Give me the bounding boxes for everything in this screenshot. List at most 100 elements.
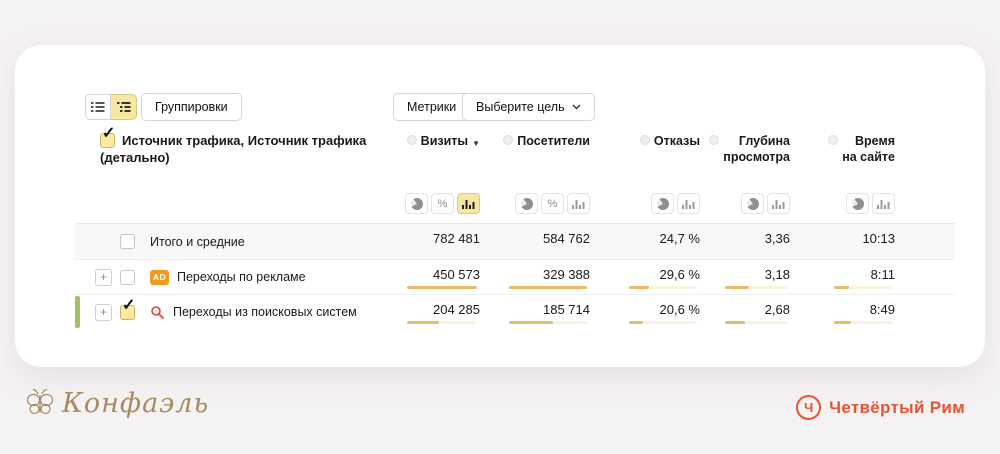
table-row-ads: + AD Переходы по рекламе 450 573 329 388… (75, 259, 955, 294)
visits-display-modes: % (400, 193, 480, 223)
cell-value: 329 388 (543, 267, 590, 282)
cell-value: 584 762 (543, 231, 590, 246)
tree-view-button[interactable] (111, 94, 137, 120)
value-bar (509, 286, 587, 289)
row-label-cell[interactable]: + ✓ Переходы из поисковых систем (75, 295, 400, 329)
view-toggle-group (85, 94, 137, 120)
time-display-modes (790, 193, 895, 223)
select-goal-label: Выберите цель (476, 100, 565, 114)
expand-row-button[interactable]: + (95, 304, 112, 321)
table-header-row: ✓ Источник трафика, Источник трафика (де… (75, 129, 955, 166)
konfael-wordmark: Конфаэль (62, 388, 209, 419)
column-label: Глубина просмотра (723, 133, 790, 165)
metric-help-icon (407, 135, 417, 145)
cell-value: 8:49 (870, 302, 895, 317)
row-label-cell[interactable]: Итого и средние (75, 224, 400, 259)
fourth-rome-wordmark: Четвёртый Рим (829, 398, 965, 418)
column-label: Визиты (421, 133, 468, 149)
fourth-rome-logo: Ч Четвёртый Рим (796, 395, 965, 420)
table-row-search: + ✓ Переходы из поисковых систем 204 285… (75, 294, 955, 329)
pie-icon (657, 198, 669, 210)
column-header-visitors[interactable]: Посетители (480, 129, 590, 166)
cell-value: 29,6 % (660, 267, 700, 282)
column-header-time[interactable]: Время на сайте (790, 129, 895, 166)
cell-value: 2,68 (765, 302, 790, 317)
fourth-rome-icon: Ч (796, 395, 821, 420)
column-header-visits[interactable]: Визиты ▼ (400, 129, 480, 166)
fourth-rome-icon-letter: Ч (804, 400, 813, 415)
value-bar (407, 321, 477, 324)
value-bar (834, 321, 892, 324)
cell-visitors: 329 388 (480, 260, 590, 294)
cell-bounces: 24,7 % (590, 224, 700, 259)
bar-chart-icon-button[interactable] (567, 193, 590, 214)
pie-chart-icon-button[interactable] (405, 193, 428, 214)
bar-chart-icon-button[interactable] (677, 193, 700, 214)
tree-icon (117, 101, 131, 113)
value-bar (629, 286, 697, 289)
value-bar (834, 286, 892, 289)
value-bar (629, 321, 697, 324)
row-checkbox[interactable]: ✓ (120, 305, 135, 320)
dimension-header-cell[interactable]: ✓ Источник трафика, Источник трафика (де… (75, 129, 400, 166)
pie-chart-icon-button[interactable] (741, 193, 764, 214)
bar-chart-icon-button[interactable] (767, 193, 790, 214)
list-view-button[interactable] (85, 94, 111, 120)
bar-chart-icon (572, 198, 585, 209)
pie-chart-icon-button[interactable] (515, 193, 538, 214)
expand-row-button[interactable]: + (95, 269, 112, 286)
list-icon (91, 101, 105, 113)
sort-desc-icon: ▼ (472, 136, 480, 152)
visitors-display-modes: % (480, 193, 590, 223)
select-goal-button[interactable]: Выберите цель (462, 93, 595, 121)
checkmark-icon: ✓ (102, 126, 115, 142)
pie-icon (747, 198, 759, 210)
row-checkbox[interactable] (120, 234, 135, 249)
dimension-checkbox[interactable]: ✓ (100, 133, 115, 148)
pie-icon (411, 198, 423, 210)
bar-chart-icon-button[interactable] (457, 193, 480, 214)
column-label: Отказы (654, 133, 700, 149)
percent-icon-button[interactable]: % (541, 193, 564, 214)
cell-value: 20,6 % (660, 302, 700, 317)
row-label: Переходы из поисковых систем (173, 305, 357, 319)
dimension-header-label: Источник трафика, Источник трафика (дета… (100, 133, 366, 165)
cell-value: 185 714 (543, 302, 590, 317)
pie-chart-icon-button[interactable] (846, 193, 869, 214)
pie-chart-icon-button[interactable] (651, 193, 674, 214)
ad-traffic-icon: AD (150, 270, 169, 285)
bar-chart-icon-button[interactable] (872, 193, 895, 214)
metrics-button[interactable]: Метрики (393, 93, 470, 121)
cell-value: 782 481 (433, 231, 480, 246)
metric-help-icon (709, 135, 719, 145)
row-checkbox[interactable] (120, 270, 135, 285)
konfael-logo: Конфаэль (24, 386, 209, 420)
table-row-totals: Итого и средние 782 481 584 762 24,7 % 3… (75, 224, 955, 259)
bar-chart-icon (682, 198, 695, 209)
depth-display-modes (700, 193, 790, 223)
cell-depth: 3,36 (700, 224, 790, 259)
pie-icon (852, 198, 864, 210)
cell-value: 24,7 % (660, 231, 700, 246)
display-mode-row: % % (75, 193, 955, 224)
percent-icon: % (438, 198, 448, 210)
pie-icon (521, 198, 533, 210)
cell-time: 10:13 (790, 224, 895, 259)
cell-visitors: 185 714 (480, 295, 590, 329)
percent-icon-button[interactable]: % (431, 193, 454, 214)
groupings-button[interactable]: Группировки (141, 93, 242, 121)
cell-bounces: 20,6 % (590, 295, 700, 329)
cell-time: 8:49 (790, 295, 895, 329)
row-label-cell[interactable]: + AD Переходы по рекламе (75, 260, 400, 294)
value-bar (509, 321, 587, 324)
row-label: Итого и средние (150, 235, 245, 249)
cell-value: 3,36 (765, 231, 790, 246)
cell-bounces: 29,6 % (590, 260, 700, 294)
report-card: Группировки Метрики Выберите цель ✓ Исто… (15, 45, 985, 367)
cell-visits: 204 285 (400, 295, 480, 329)
value-bar (407, 286, 477, 289)
column-header-depth[interactable]: Глубина просмотра (700, 129, 790, 166)
metric-help-icon (640, 135, 650, 145)
column-header-bounces[interactable]: Отказы (590, 129, 700, 166)
cell-visits: 782 481 (400, 224, 480, 259)
